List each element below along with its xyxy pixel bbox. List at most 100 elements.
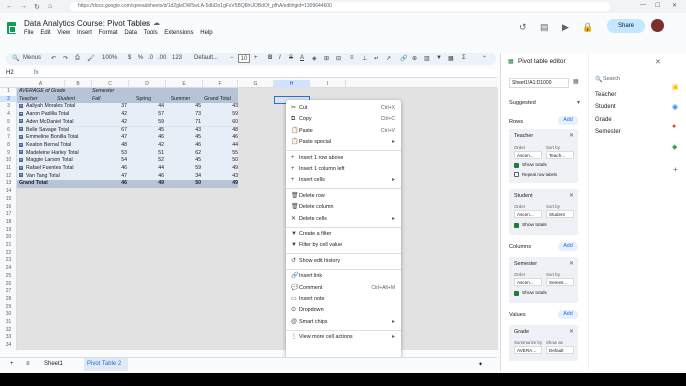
row-header[interactable]: 24: [0, 265, 17, 271]
add-value-button[interactable]: Add: [558, 310, 578, 319]
pivot-row[interactable]: + Aaron Padilla Total 42 57 73 59: [17, 111, 238, 119]
pivot-value-cell[interactable]: 48: [92, 142, 127, 150]
row-header[interactable]: 27: [0, 288, 17, 294]
remove-grade-icon[interactable]: ✕: [569, 328, 574, 335]
pivot-row[interactable]: + Aaliyah Morales Total 37 44 45 43: [17, 103, 238, 112]
row-header[interactable]: 1: [0, 88, 17, 94]
name-box[interactable]: H2: [6, 70, 14, 76]
functions-icon[interactable]: Σ: [462, 55, 466, 61]
fill-color-icon[interactable]: ◈: [312, 55, 317, 62]
zoom-select[interactable]: 100%: [102, 55, 117, 61]
tasks-icon[interactable]: ◉: [672, 103, 678, 111]
teacher-sort-select[interactable]: Teach...: [546, 151, 574, 159]
row-header[interactable]: 15: [0, 196, 17, 202]
add-on-icon[interactable]: +: [673, 165, 678, 174]
row-header[interactable]: 28: [0, 296, 17, 302]
search-menus-icon[interactable]: 🔍: [12, 55, 19, 62]
semester-show-totals-checkbox[interactable]: [514, 291, 519, 296]
pivot-header-cell[interactable]: Grand Total: [200, 96, 235, 104]
more-formats-icon[interactable]: 123: [172, 55, 182, 61]
pivot-row-label[interactable]: Madeleine Harley Total: [26, 150, 79, 158]
cloud-status-icon[interactable]: ☁: [153, 19, 160, 27]
pivot-value-cell[interactable]: 43: [203, 103, 238, 111]
pivot-row-label[interactable]: Van Tang Total: [26, 173, 60, 181]
column-header[interactable]: B: [65, 80, 92, 88]
row-header[interactable]: 32: [0, 327, 17, 333]
semester-order-select[interactable]: Ascen...: [514, 278, 542, 286]
row-header[interactable]: 21: [0, 242, 17, 248]
filter-icon[interactable]: ▼: [436, 55, 442, 61]
pivot-value-cell[interactable]: 62: [166, 150, 201, 158]
menu-edit[interactable]: Edit: [40, 30, 50, 36]
row-header[interactable]: 22: [0, 250, 17, 256]
menu-tools[interactable]: Tools: [144, 30, 158, 36]
pivot-value-cell[interactable]: 46: [129, 134, 164, 142]
pivot-row[interactable]: + Van Tang Total 47 46 34 43: [17, 172, 238, 181]
pivot-value-cell[interactable]: 59: [129, 119, 164, 127]
pivot-value-header[interactable]: AVERAGE of Grade: [19, 88, 65, 96]
pivot-value-cell[interactable]: 44: [129, 165, 164, 173]
font-size-increase-icon[interactable]: +: [254, 55, 258, 61]
student-sort-select[interactable]: Student: [546, 210, 574, 218]
valign-icon[interactable]: ⊥: [362, 55, 367, 62]
pivot-value-cell[interactable]: 42: [92, 119, 127, 127]
menu-item-insert-1-column-left[interactable]: + Insert 1 column left: [286, 164, 401, 175]
pivot-value-cell[interactable]: 42: [129, 142, 164, 150]
menu-item-paste[interactable]: 📋 Paste Ctrl+V: [286, 126, 401, 137]
teacher-order-select[interactable]: Ascen...: [514, 151, 542, 159]
summarize-by-select[interactable]: AVERA...: [514, 346, 542, 354]
pivot-value-cell[interactable]: 48: [203, 127, 238, 135]
menu-item-delete-cells[interactable]: ✕ Delete cells ▸: [286, 214, 401, 225]
expand-icon[interactable]: +: [19, 119, 23, 124]
tab-pivot-table-2[interactable]: Pivot Table 2: [84, 358, 128, 371]
row-header[interactable]: 3: [0, 103, 17, 109]
pivot-row[interactable]: + Belle Savage Total 67 45 43 48: [17, 126, 238, 135]
row-header[interactable]: 10: [0, 157, 17, 163]
pivot-row-label[interactable]: Rafael Fuentes Total: [26, 165, 73, 173]
pivot-value-cell[interactable]: 47: [92, 173, 127, 181]
share-button[interactable]: Share: [607, 19, 645, 33]
pivot-row[interactable]: + Rafael Fuentes Total 46 44 59 49: [17, 165, 238, 173]
row-header[interactable]: 4: [0, 111, 17, 117]
menu-view[interactable]: View: [57, 30, 70, 36]
font-size-input[interactable]: 10: [238, 54, 250, 63]
row-header[interactable]: 34: [0, 342, 17, 348]
expand-toggle[interactable]: +: [19, 173, 25, 181]
close-window-icon[interactable]: ✕: [672, 2, 677, 9]
menu-item-filter-by-cell-value[interactable]: ▼ Filter by cell value: [286, 240, 401, 251]
pivot-row-label[interactable]: Maggie Larson Total: [26, 157, 73, 165]
calendar-icon[interactable]: ▣: [672, 83, 679, 91]
pivot-value-cell[interactable]: 34: [166, 173, 201, 181]
menu-item-cut[interactable]: ✂ Cut Ctrl+X: [286, 103, 401, 114]
remove-student-icon[interactable]: ✕: [569, 192, 574, 199]
row-header[interactable]: 33: [0, 334, 17, 340]
column-header[interactable]: I: [310, 80, 346, 88]
pivot-value-cell[interactable]: 49: [203, 165, 238, 173]
pivot-row[interactable]: + Madeleine Harley Total 53 51 62 55: [17, 149, 238, 158]
menu-insert[interactable]: Insert: [77, 30, 92, 36]
pivot-row[interactable]: + Keaton Bernal Total 48 42 46 44: [17, 141, 238, 150]
italic-icon[interactable]: I: [279, 55, 281, 61]
pivot-value-cell[interactable]: 67: [92, 127, 127, 135]
expand-toggle[interactable]: +: [19, 103, 25, 111]
pivot-value-cell[interactable]: 46: [203, 134, 238, 142]
pivot-row-label[interactable]: Belle Savage Total: [26, 127, 69, 135]
column-header[interactable]: E: [166, 80, 203, 88]
menu-item-create-a-filter[interactable]: ▼ Create a filter: [286, 229, 401, 240]
text-color-icon[interactable]: A: [300, 55, 304, 61]
row-header[interactable]: 19: [0, 227, 17, 233]
move-folder-icon[interactable]: ▭: [142, 19, 149, 27]
reload-icon[interactable]: ↻: [34, 3, 40, 11]
pivot-value-cell[interactable]: 60: [203, 119, 238, 127]
field-teacher[interactable]: Teacher: [595, 92, 616, 98]
row-header[interactable]: 31: [0, 319, 17, 325]
row-header[interactable]: 5: [0, 119, 17, 125]
url-bar[interactable]: https://docs.google.com/spreadsheets/d/1…: [70, 2, 610, 11]
percent-icon[interactable]: %: [138, 55, 143, 61]
data-range-field[interactable]: Sheet1!A1:D1000: [509, 78, 569, 88]
pivot-row[interactable]: + Maggie Larson Total 54 52 45 50: [17, 157, 238, 165]
comments-icon[interactable]: ▤: [540, 22, 549, 33]
row-header[interactable]: 6: [0, 127, 17, 133]
align-icon[interactable]: ≡: [350, 55, 354, 61]
menu-extensions[interactable]: Extensions: [164, 30, 193, 36]
